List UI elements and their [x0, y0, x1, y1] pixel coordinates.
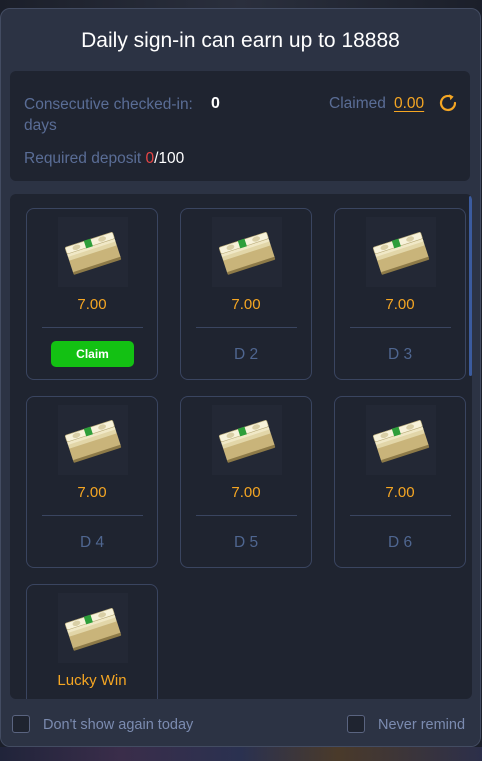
reward-amount: 7.00 [231, 296, 261, 313]
cash-icon [58, 405, 128, 475]
divider [196, 327, 297, 328]
reward-amount: 7.00 [77, 296, 107, 313]
reward-card-day-1: 7.00 Claim [26, 208, 158, 380]
cash-icon [366, 217, 436, 287]
deposit-current: 0 [145, 150, 155, 167]
modal-title: Daily sign-in can earn up to 18888 [81, 29, 400, 52]
reward-amount: 7.00 [385, 296, 415, 313]
divider [42, 327, 143, 328]
divider [350, 515, 451, 516]
consecutive-value: 0 [211, 95, 220, 112]
scrollbar[interactable] [469, 196, 472, 376]
reward-card-day-6: 7.00 D 6 [334, 396, 466, 568]
background-top [0, 0, 482, 8]
dont-show-label[interactable]: Don't show again today [43, 717, 193, 733]
cash-icon [58, 593, 128, 663]
background-bottom [0, 747, 482, 761]
day-label: D 2 [233, 346, 259, 363]
consecutive-label: Consecutive checked-in: [24, 96, 193, 113]
never-remind-checkbox[interactable] [347, 715, 365, 733]
divider [196, 515, 297, 516]
cash-icon [366, 405, 436, 475]
lucky-win-label: Lucky Win [57, 672, 127, 689]
claim-button[interactable]: Claim [51, 341, 134, 367]
cash-icon [58, 217, 128, 287]
reward-card-day-2: 7.00 D 2 [180, 208, 312, 380]
divider [42, 515, 143, 516]
modal-footer: Don't show again today Never remind [1, 699, 480, 746]
divider [350, 327, 451, 328]
dont-show-checkbox[interactable] [12, 715, 30, 733]
reward-card-day-5: 7.00 D 5 [180, 396, 312, 568]
never-remind-label[interactable]: Never remind [378, 717, 465, 733]
reward-grid: 7.00 Claim 7.00 D 2 7.00 D 3 7.00 D 4 7.… [10, 194, 472, 699]
reward-card-day-4: 7.00 D 4 [26, 396, 158, 568]
deposit-label: Required deposit [24, 150, 146, 167]
reward-amount: 7.00 [231, 484, 261, 501]
claimed-value[interactable]: 0.00 [394, 95, 424, 113]
reward-card-day-3: 7.00 D 3 [334, 208, 466, 380]
claimed-label: Claimed [329, 95, 386, 112]
reward-amount: 7.00 [77, 484, 107, 501]
days-label: days [24, 117, 57, 134]
required-deposit: Required deposit 0/100 [24, 150, 184, 168]
daily-signin-modal: Daily sign-in can earn up to 18888 Conse… [0, 8, 481, 747]
deposit-total: /100 [154, 150, 185, 167]
reward-amount: 7.00 [385, 484, 415, 501]
day-label: D 6 [387, 534, 413, 551]
day-label: D 3 [387, 346, 413, 363]
cash-icon [212, 217, 282, 287]
refresh-icon[interactable] [437, 92, 459, 114]
day-label: D 5 [233, 534, 259, 551]
day-label: D 4 [79, 534, 105, 551]
reward-card-lucky-win: Lucky Win [26, 584, 158, 699]
signin-info-panel: Consecutive checked-in: 0 days Claimed 0… [10, 71, 470, 181]
cash-icon [212, 405, 282, 475]
